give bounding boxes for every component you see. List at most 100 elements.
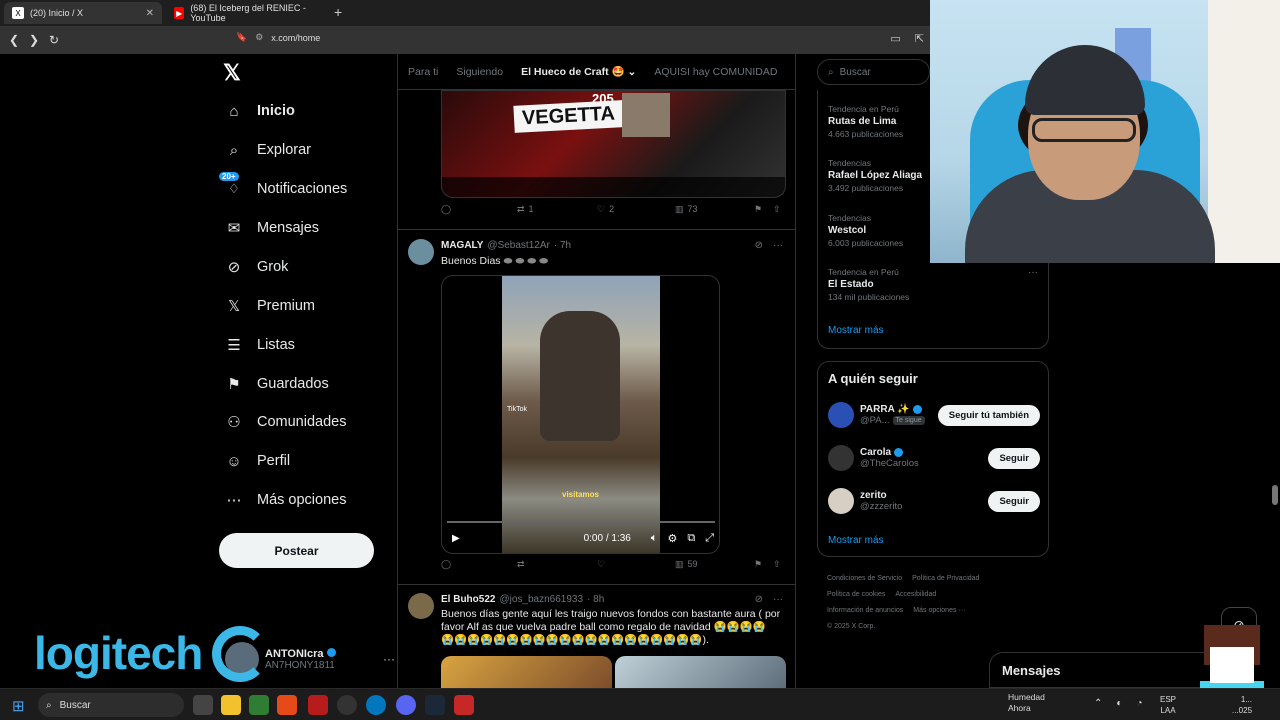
- windows-start-icon[interactable]: ⊞: [12, 697, 25, 715]
- nav-item-more[interactable]: ⋯ Más opciones: [225, 491, 347, 509]
- tab-youtube[interactable]: ▶ (68) El Iceberg del RENIEC - YouTube: [166, 2, 330, 24]
- follow-button[interactable]: Seguir: [988, 490, 1040, 512]
- search-input[interactable]: ⌕ Buscar: [817, 59, 930, 85]
- tweet-time[interactable]: · 7h: [554, 240, 571, 251]
- timeline[interactable]: Para ti Siguiendo El Hueco de Craft 🤩 ⌄ …: [397, 54, 796, 688]
- bookmark-icon[interactable]: ⚑: [754, 204, 762, 215]
- back-icon[interactable]: ❮: [4, 33, 24, 47]
- media-image-2[interactable]: [615, 656, 786, 688]
- footer-link[interactable]: Condiciones de Servicio: [827, 575, 902, 582]
- reply-icon[interactable]: ◯: [441, 204, 451, 215]
- task-view-icon[interactable]: [193, 695, 213, 715]
- bookmark-page-icon[interactable]: 🔖: [236, 32, 247, 43]
- nav-item-messages[interactable]: ✉ Mensajes: [225, 219, 319, 237]
- nav-item-home[interactable]: ⌂ Inicio: [225, 102, 294, 120]
- author-handle[interactable]: @jos_bazn661933: [499, 594, 583, 605]
- nav-item-premium[interactable]: 𝕏 Premium: [225, 297, 315, 315]
- share-icon[interactable]: ⇧: [773, 559, 781, 570]
- tray-app-icon[interactable]: ◐: [1116, 698, 1122, 709]
- author-name[interactable]: El Buho522: [441, 594, 495, 605]
- close-tab-icon[interactable]: ✕: [146, 8, 154, 19]
- pip-icon[interactable]: ⧉: [687, 532, 695, 545]
- file-explorer-icon[interactable]: [221, 695, 241, 715]
- new-tab-button[interactable]: +: [334, 4, 342, 20]
- follow-back-button[interactable]: Seguir tú también: [937, 404, 1040, 426]
- cast-icon[interactable]: ▭: [890, 32, 900, 45]
- nav-item-profile[interactable]: ☺ Perfil: [225, 452, 290, 470]
- clock[interactable]: 1... ...025: [1232, 694, 1252, 716]
- messages-drawer[interactable]: Mensajes: [989, 652, 1229, 688]
- retweet-icon[interactable]: ⇄: [517, 559, 525, 570]
- like-icon[interactable]: ♡: [597, 559, 605, 570]
- tweet-media-gallery[interactable]: [441, 656, 786, 688]
- author-name[interactable]: MAGALY: [441, 240, 483, 251]
- nav-item-explore[interactable]: ⌕ Explorar: [225, 141, 311, 159]
- tab-community-2[interactable]: AQUISI hay COMUNIDAD: [654, 66, 777, 78]
- more-icon[interactable]: ···: [1028, 267, 1038, 278]
- volume-icon[interactable]: 🔈︎: [651, 532, 658, 545]
- media-image-1[interactable]: [441, 656, 612, 688]
- post-button[interactable]: Postear: [219, 533, 374, 568]
- language-indicator[interactable]: ESP LAA: [1160, 694, 1176, 716]
- video-player[interactable]: TikTok visitamos ▶ 0:00 / 1:36 🔈︎ ⚙ ⧉ ⤢: [441, 275, 720, 554]
- nav-item-lists[interactable]: ☰ Listas: [225, 336, 295, 354]
- store-icon[interactable]: [249, 695, 269, 715]
- grok-icon[interactable]: ⊘: [755, 594, 763, 605]
- follow-show-more-link[interactable]: Mostrar más: [828, 535, 884, 546]
- avatar[interactable]: [408, 593, 434, 619]
- reload-icon[interactable]: ↻: [44, 33, 64, 47]
- chevron-up-icon[interactable]: ⌃: [1094, 698, 1102, 709]
- play-icon[interactable]: ▶: [452, 533, 460, 544]
- obs-icon[interactable]: [337, 695, 357, 715]
- views-button[interactable]: ▥ 73: [675, 204, 698, 215]
- tweet-media-image[interactable]: 205 VEGETTA: [441, 90, 786, 198]
- address-bar[interactable]: 🔖 ⚙ x.com/home: [236, 32, 320, 43]
- more-icon[interactable]: ···: [773, 240, 783, 251]
- nav-item-bookmarks[interactable]: ⚑ Guardados: [225, 375, 328, 393]
- tab-x-home[interactable]: X (20) Inicio / X ✕: [4, 2, 162, 24]
- author-handle[interactable]: @Sebast12Ar: [487, 240, 549, 251]
- discord-icon[interactable]: [396, 695, 416, 715]
- avatar[interactable]: [408, 239, 434, 265]
- x-logo-icon[interactable]: 𝕏: [223, 60, 241, 86]
- page-scrollbar[interactable]: [1272, 485, 1278, 505]
- footer-link[interactable]: Más opciones ···: [913, 607, 965, 614]
- share-icon[interactable]: ⇱: [915, 32, 924, 45]
- nav-item-notifications[interactable]: ♢ 20+ Notificaciones: [219, 172, 347, 198]
- follow-suggestion[interactable]: PARRA ✨ @PA... Te sigue Seguir tú también: [828, 400, 1040, 430]
- footer-link[interactable]: Política de Privacidad: [912, 575, 979, 582]
- footer-link[interactable]: Accesibilidad: [895, 591, 936, 598]
- footer-link[interactable]: Información de anuncios: [827, 607, 903, 614]
- trend-item[interactable]: Tendencia en Perú El Estado 134 mil publ…: [828, 267, 1038, 302]
- follow-suggestion[interactable]: zerito @zzzerito Seguir: [828, 486, 1040, 516]
- taskbar-search[interactable]: ⌕ Buscar: [38, 693, 184, 717]
- wifi-icon[interactable]: ◔: [1136, 698, 1142, 709]
- trends-show-more-link[interactable]: Mostrar más: [828, 325, 884, 336]
- site-info-icon[interactable]: ⚙: [255, 32, 263, 43]
- more-icon[interactable]: ···: [773, 594, 783, 605]
- follow-suggestion[interactable]: Carola @TheCarolos Seguir: [828, 443, 1040, 473]
- views-button[interactable]: ▥ 59: [675, 559, 698, 570]
- nav-item-communities[interactable]: ⚇ Comunidades: [225, 413, 346, 431]
- brave-icon[interactable]: [277, 695, 297, 715]
- app-icon[interactable]: [308, 695, 328, 715]
- weather-widget[interactable]: Humedad Ahora: [988, 692, 1045, 714]
- forward-icon[interactable]: ❯: [24, 33, 44, 47]
- nav-item-grok[interactable]: ⊘ Grok: [225, 258, 289, 276]
- share-icon[interactable]: ⇧: [773, 204, 781, 215]
- like-button[interactable]: ♡ 2: [597, 204, 614, 215]
- retweet-button[interactable]: ⇄ 1: [517, 204, 534, 215]
- tab-for-you[interactable]: Para ti: [408, 66, 438, 78]
- tab-community[interactable]: El Hueco de Craft 🤩 ⌄: [521, 65, 636, 78]
- tab-following[interactable]: Siguiendo: [456, 66, 503, 78]
- app-icon[interactable]: [454, 695, 474, 715]
- tweet-time[interactable]: · 8h: [587, 594, 604, 605]
- settings-icon[interactable]: ⚙: [667, 532, 677, 545]
- browser-icon[interactable]: [366, 695, 386, 715]
- more-icon[interactable]: ···: [383, 652, 395, 666]
- reply-icon[interactable]: ◯: [441, 559, 451, 570]
- bookmark-icon[interactable]: ⚑: [754, 559, 762, 570]
- fullscreen-icon[interactable]: ⤢: [705, 532, 714, 545]
- steam-icon[interactable]: [425, 695, 445, 715]
- footer-link[interactable]: Política de cookies: [827, 591, 885, 598]
